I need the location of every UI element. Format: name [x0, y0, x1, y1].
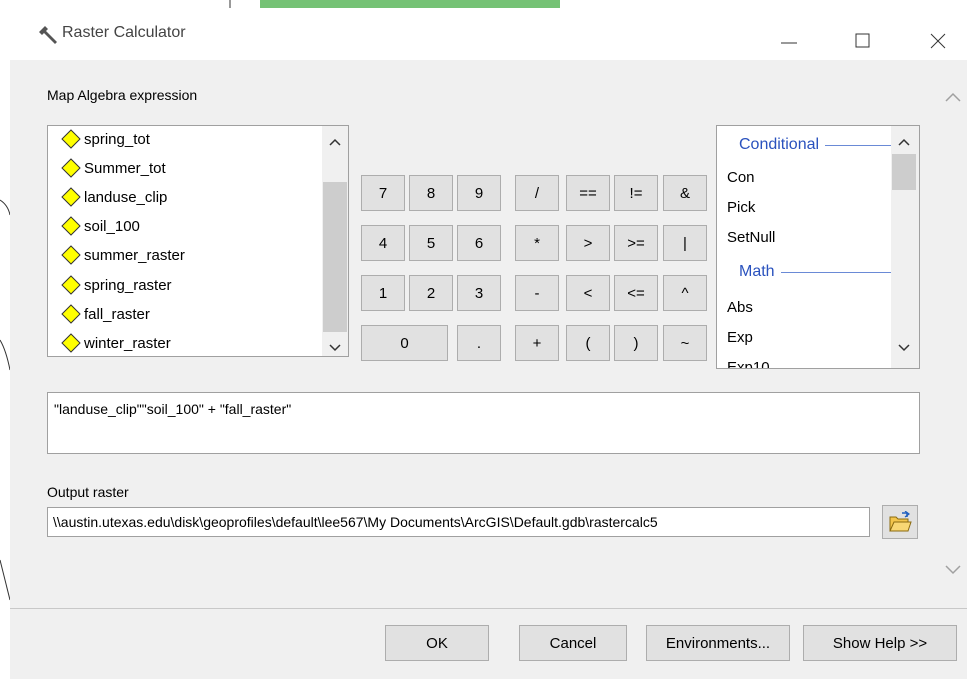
layer-item[interactable]: fall_raster — [60, 300, 150, 328]
expression-textbox[interactable]: "landuse_clip""soil_100" + "fall_raster" — [47, 392, 920, 454]
layer-label: winter_raster — [84, 334, 171, 352]
output-raster-label: Output raster — [47, 484, 129, 500]
function-item[interactable]: Abs — [727, 299, 753, 316]
scroll-down-icon[interactable] — [898, 344, 910, 352]
scroll-thumb[interactable] — [323, 182, 347, 332]
minimize-icon — [781, 42, 797, 44]
scroll-up-icon[interactable] — [945, 92, 961, 102]
layer-item[interactable]: soil_100 — [60, 212, 140, 240]
scroll-thumb[interactable] — [892, 154, 916, 190]
raster-layer-icon — [61, 245, 81, 265]
raster-calculator-dialog: Raster Calculator Map Algebra expression… — [0, 0, 967, 679]
key-0[interactable]: 0 — [361, 325, 448, 361]
maximize-icon — [855, 33, 870, 48]
group-title: Conditional — [739, 136, 820, 153]
key-7[interactable]: 7 — [361, 175, 405, 211]
layer-item[interactable]: winter_raster — [60, 329, 171, 356]
raster-layer-icon — [61, 275, 81, 295]
key-6[interactable]: 6 — [457, 225, 501, 261]
key-2[interactable]: 2 — [409, 275, 453, 311]
key-1[interactable]: 1 — [361, 275, 405, 311]
key-5[interactable]: 5 — [409, 225, 453, 261]
divider — [825, 144, 899, 146]
op-greater-equal[interactable]: >= — [614, 225, 658, 261]
op-not[interactable]: ~ — [663, 325, 707, 361]
layer-label: spring_raster — [84, 276, 172, 294]
layer-item[interactable]: spring_tot — [60, 126, 150, 153]
layer-item[interactable]: spring_raster — [60, 271, 172, 299]
op-close-paren[interactable]: ) — [614, 325, 658, 361]
op-open-paren[interactable]: ( — [566, 325, 610, 361]
layer-list-scrollbar[interactable] — [322, 126, 348, 356]
key-4[interactable]: 4 — [361, 225, 405, 261]
layer-label: spring_tot — [84, 130, 150, 148]
scroll-up-icon[interactable] — [898, 138, 910, 146]
op-less[interactable]: < — [566, 275, 610, 311]
raster-layer-icon — [61, 129, 81, 149]
layer-label: fall_raster — [84, 305, 150, 323]
layer-label: Summer_tot — [84, 159, 166, 177]
dialog-scrollbar[interactable] — [940, 60, 967, 608]
function-list[interactable]: Conditional Con Pick SetNull Math Abs Ex… — [716, 125, 920, 369]
open-folder-icon — [889, 511, 912, 532]
key-decimal[interactable]: . — [457, 325, 501, 361]
op-subtract[interactable]: - — [515, 275, 559, 311]
key-8[interactable]: 8 — [409, 175, 453, 211]
op-xor[interactable]: ^ — [663, 275, 707, 311]
raster-layer-icon — [61, 158, 81, 178]
scroll-down-icon[interactable] — [329, 344, 341, 352]
op-multiply[interactable]: * — [515, 225, 559, 261]
layer-label: summer_raster — [84, 246, 185, 264]
function-item[interactable]: Con — [727, 169, 755, 186]
op-greater[interactable]: > — [566, 225, 610, 261]
maximize-button[interactable] — [840, 20, 886, 62]
output-raster-input[interactable]: \\austin.utexas.edu\disk\geoprofiles\def… — [47, 507, 870, 537]
op-equal[interactable]: == — [566, 175, 610, 211]
function-item[interactable]: Pick — [727, 199, 755, 216]
title-bar: Raster Calculator — [10, 8, 967, 60]
raster-layer-icon — [61, 216, 81, 236]
layer-item[interactable]: summer_raster — [60, 241, 185, 269]
raster-layer-icon — [61, 187, 81, 207]
function-item[interactable]: Exp10 — [727, 359, 770, 368]
hammer-icon — [39, 26, 57, 44]
map-algebra-label: Map Algebra expression — [47, 87, 198, 103]
layer-label: soil_100 — [84, 217, 140, 235]
environments-button[interactable]: Environments... — [646, 625, 790, 661]
op-add[interactable]: + — [515, 325, 559, 361]
layer-item[interactable]: Summer_tot — [60, 154, 166, 182]
browse-button[interactable] — [882, 505, 918, 539]
layer-label: landuse_clip — [84, 188, 168, 206]
close-icon — [930, 33, 946, 49]
key-3[interactable]: 3 — [457, 275, 501, 311]
op-divide[interactable]: / — [515, 175, 559, 211]
scroll-down-icon[interactable] — [945, 565, 961, 575]
op-not-equal[interactable]: != — [614, 175, 658, 211]
show-help-button[interactable]: Show Help >> — [803, 625, 957, 661]
function-item[interactable]: SetNull — [727, 229, 775, 246]
function-group-header: Math — [739, 260, 899, 284]
group-title: Math — [739, 263, 775, 280]
divider — [780, 271, 899, 273]
op-or[interactable]: | — [663, 225, 707, 261]
op-less-equal[interactable]: <= — [614, 275, 658, 311]
window-title: Raster Calculator — [62, 24, 186, 41]
function-list-scrollbar[interactable] — [891, 126, 919, 368]
ok-button[interactable]: OK — [385, 625, 489, 661]
cancel-button[interactable]: Cancel — [519, 625, 627, 661]
function-group-header: Conditional — [739, 133, 899, 157]
op-and[interactable]: & — [663, 175, 707, 211]
minimize-button[interactable] — [766, 20, 812, 62]
scroll-up-icon[interactable] — [329, 138, 341, 146]
layer-list[interactable]: spring_tot Summer_tot landuse_clip soil_… — [47, 125, 349, 357]
key-9[interactable]: 9 — [457, 175, 501, 211]
function-item[interactable]: Exp — [727, 329, 753, 346]
raster-layer-icon — [61, 333, 81, 353]
close-button[interactable] — [915, 20, 961, 62]
layer-item[interactable]: landuse_clip — [60, 183, 167, 211]
raster-layer-icon — [61, 304, 81, 324]
